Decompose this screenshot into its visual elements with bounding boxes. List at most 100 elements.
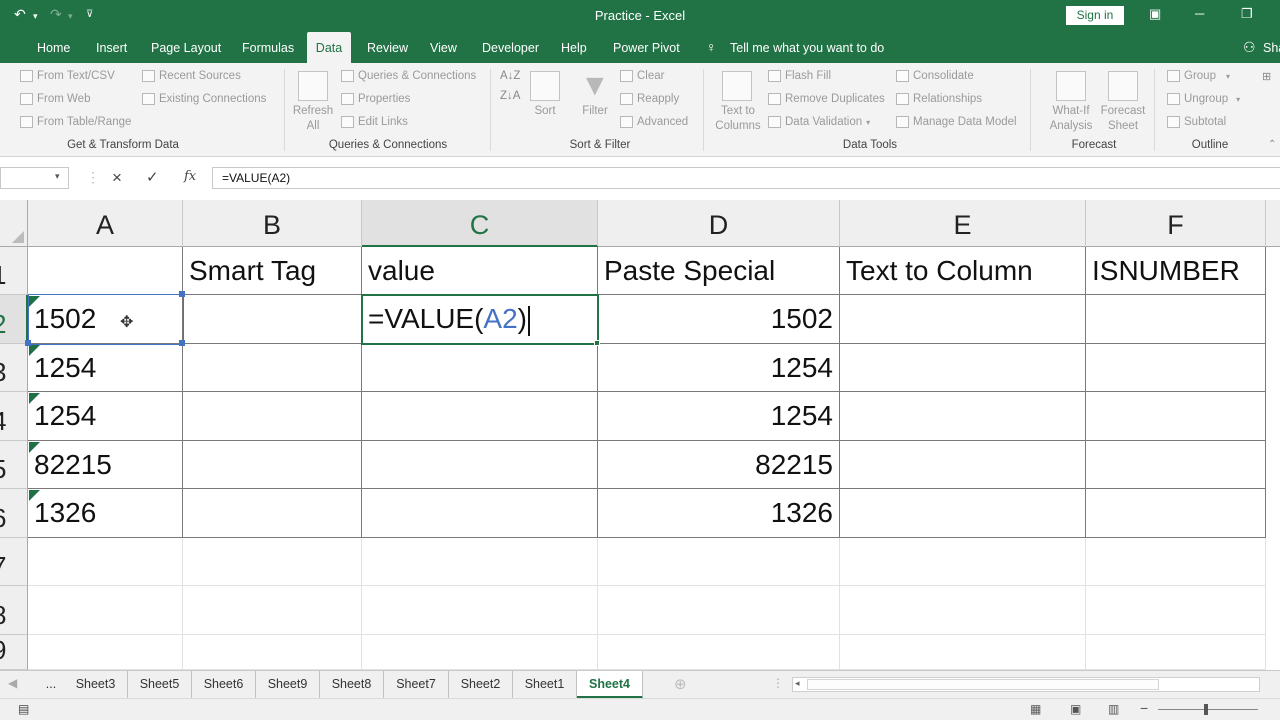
- properties-button[interactable]: Properties: [341, 93, 410, 105]
- cell-e2[interactable]: [840, 295, 1086, 344]
- more-sheets-button[interactable]: ...: [36, 671, 66, 698]
- page-layout-view-icon[interactable]: ▣: [1070, 702, 1081, 716]
- reference-handle[interactable]: [179, 340, 185, 346]
- cell-a8[interactable]: [28, 586, 183, 635]
- insert-function-icon[interactable]: fx: [184, 169, 196, 184]
- recent-sources-button[interactable]: Recent Sources: [142, 70, 241, 82]
- cell-b8[interactable]: [183, 586, 362, 635]
- enter-icon[interactable]: ✓: [146, 168, 159, 186]
- tab-file[interactable]: [0, 32, 6, 63]
- sheet-tab-sheet8[interactable]: Sheet8: [320, 671, 384, 698]
- name-box-dropdown-icon[interactable]: ▾: [55, 171, 60, 182]
- active-cell-editor[interactable]: =VALUE(A2): [361, 294, 599, 345]
- scrollbar-thumb[interactable]: [807, 679, 1159, 690]
- cell-e9[interactable]: [840, 635, 1086, 670]
- filter-button[interactable]: Filter: [575, 104, 615, 119]
- zoom-slider[interactable]: [1158, 709, 1258, 710]
- cell-d4[interactable]: 1254: [598, 392, 840, 441]
- restore-icon[interactable]: ❐: [1241, 6, 1253, 22]
- cell-b3[interactable]: [183, 344, 362, 392]
- from-table-range-button[interactable]: From Table/Range: [20, 116, 131, 128]
- tab-help[interactable]: Help: [553, 32, 595, 63]
- minimize-icon[interactable]: ─: [1195, 6, 1204, 21]
- select-all-button[interactable]: [0, 200, 28, 247]
- column-header-d[interactable]: D: [598, 200, 840, 247]
- cell-c5[interactable]: [362, 441, 598, 489]
- refresh-all-button[interactable]: Refresh All: [288, 104, 338, 134]
- cell-c1[interactable]: value: [362, 247, 598, 295]
- collapse-ribbon-icon[interactable]: ⌃: [1268, 139, 1276, 150]
- zoom-out-icon[interactable]: −: [1140, 700, 1148, 716]
- tell-me-box[interactable]: Tell me what you want to do: [722, 32, 892, 63]
- cell-f7[interactable]: [1086, 538, 1266, 586]
- cell-d5[interactable]: 82215: [598, 441, 840, 489]
- cell-e7[interactable]: [840, 538, 1086, 586]
- reference-handle[interactable]: [179, 291, 185, 297]
- subtotal-button[interactable]: Subtotal: [1167, 116, 1226, 128]
- manage-data-model-button[interactable]: Manage Data Model: [896, 116, 1017, 128]
- cell-e3[interactable]: [840, 344, 1086, 392]
- cell-e4[interactable]: [840, 392, 1086, 441]
- sheet-tab-sheet7[interactable]: Sheet7: [384, 671, 449, 698]
- cell-c4[interactable]: [362, 392, 598, 441]
- sheet-tab-sheet6[interactable]: Sheet6: [192, 671, 256, 698]
- ribbon-display-options-icon[interactable]: ▣: [1149, 6, 1161, 22]
- row-header-2[interactable]: 2: [0, 295, 28, 344]
- text-to-columns-button[interactable]: Text to Columns: [711, 104, 765, 134]
- row-header-3[interactable]: 3: [0, 344, 28, 392]
- cell-d9[interactable]: [598, 635, 840, 670]
- tab-data[interactable]: Data: [307, 32, 351, 63]
- tab-view[interactable]: View: [422, 32, 465, 63]
- cell-d6[interactable]: 1326: [598, 489, 840, 538]
- cell-e6[interactable]: [840, 489, 1086, 538]
- cell-e1[interactable]: Text to Column: [840, 247, 1086, 295]
- sheet-tab-sheet5[interactable]: Sheet5: [128, 671, 192, 698]
- cell-d2[interactable]: 1502: [598, 295, 840, 344]
- cell-a4[interactable]: 1254: [28, 392, 183, 441]
- cell-f4[interactable]: [1086, 392, 1266, 441]
- share-button[interactable]: Sha: [1255, 32, 1280, 63]
- cell-b7[interactable]: [183, 538, 362, 586]
- from-web-button[interactable]: From Web: [20, 93, 90, 105]
- column-header-b[interactable]: B: [183, 200, 362, 247]
- existing-connections-button[interactable]: Existing Connections: [142, 93, 266, 105]
- tab-page-layout[interactable]: Page Layout: [143, 32, 229, 63]
- row-header-5[interactable]: 5: [0, 441, 28, 489]
- cell-a9[interactable]: [28, 635, 183, 670]
- formula-input[interactable]: =VALUE(A2): [212, 167, 1280, 189]
- new-sheet-icon[interactable]: ⊕: [674, 675, 687, 693]
- sheet-tab-sheet3[interactable]: Sheet3: [64, 671, 128, 698]
- row-header-6[interactable]: 6: [0, 489, 28, 538]
- sheet-tab-sheet1[interactable]: Sheet1: [513, 671, 577, 698]
- fill-handle[interactable]: [594, 340, 600, 346]
- from-text-csv-button[interactable]: From Text/CSV: [20, 70, 115, 82]
- cell-a3[interactable]: 1254: [28, 344, 183, 392]
- more-options-icon[interactable]: ⊞: [1262, 70, 1271, 83]
- reference-handle[interactable]: [25, 340, 31, 346]
- cell-a6[interactable]: 1326: [28, 489, 183, 538]
- zoom-slider-thumb[interactable]: [1204, 704, 1208, 715]
- column-header-e[interactable]: E: [840, 200, 1086, 247]
- sheet-tab-sheet2[interactable]: Sheet2: [449, 671, 513, 698]
- column-header-a[interactable]: A: [28, 200, 183, 247]
- cell-b9[interactable]: [183, 635, 362, 670]
- what-if-analysis-button[interactable]: What-If Analysis: [1043, 104, 1099, 134]
- tab-formulas[interactable]: Formulas: [234, 32, 302, 63]
- edit-links-button[interactable]: Edit Links: [341, 116, 408, 128]
- sort-az-icon[interactable]: A↓Z: [500, 70, 520, 82]
- clear-button[interactable]: Clear: [620, 70, 664, 82]
- share-person-icon[interactable]: ⚇: [1243, 39, 1256, 56]
- tab-power-pivot[interactable]: Power Pivot: [605, 32, 688, 63]
- cell-c3[interactable]: [362, 344, 598, 392]
- cell-c6[interactable]: [362, 489, 598, 538]
- tab-review[interactable]: Review: [359, 32, 416, 63]
- tab-insert[interactable]: Insert: [88, 32, 135, 63]
- cell-c8[interactable]: [362, 586, 598, 635]
- cell-f8[interactable]: [1086, 586, 1266, 635]
- sort-za-icon[interactable]: Z↓A: [500, 90, 520, 102]
- relationships-button[interactable]: Relationships: [896, 93, 982, 105]
- cell-d7[interactable]: [598, 538, 840, 586]
- row-header-4[interactable]: 4: [0, 392, 28, 441]
- flash-fill-button[interactable]: Flash Fill: [768, 70, 831, 82]
- cell-d8[interactable]: [598, 586, 840, 635]
